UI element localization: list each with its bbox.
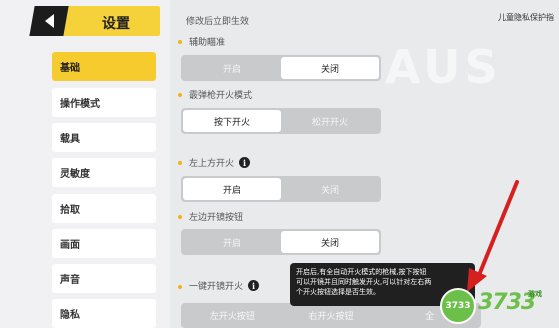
sidebar-item-pickup[interactable]: 拾取 xyxy=(52,194,156,223)
bullet-dot xyxy=(178,215,182,219)
left-scope-off-option[interactable]: 关闭 xyxy=(281,231,379,253)
sidebar: 设置 基础 操作模式 载具 灵敏度 拾取 画面 声音 隐私 xyxy=(0,0,170,328)
bullet-dot xyxy=(178,93,182,97)
sidebar-item-control-mode[interactable]: 操作模式 xyxy=(52,88,156,117)
aim-assist-toggle: 开启 关闭 xyxy=(181,55,381,81)
bullet-dot xyxy=(178,161,182,165)
info-icon[interactable]: i xyxy=(248,280,260,291)
left-scope-button-label: 左边开镜按钮 xyxy=(189,213,244,223)
site-logo-sub: 游戏 xyxy=(528,290,542,298)
left-scope-button-toggle: 开启 关闭 xyxy=(181,229,381,255)
shotgun-fire-mode-toggle: 按下开火 松开开火 xyxy=(181,108,381,134)
left-scope-on-option[interactable]: 开启 xyxy=(183,231,281,253)
one-key-scope-fire-options: 左开火按钮 右开火按钮 全 xyxy=(181,303,481,328)
upper-left-fire-toggle: 开启 关闭 xyxy=(181,176,381,202)
background-watermark: AUS xyxy=(385,40,502,94)
upper-left-fire-off-option[interactable]: 关闭 xyxy=(281,178,379,200)
sidebar-item-basic[interactable]: 基础 xyxy=(52,52,156,81)
bullet-dot xyxy=(178,40,182,44)
red-arrow-annotation xyxy=(467,180,519,292)
right-fire-button-option[interactable]: 右开火按钮 xyxy=(282,305,381,326)
page-title: 设置 xyxy=(102,16,130,32)
sidebar-item-graphics[interactable]: 画面 xyxy=(52,229,156,258)
upper-left-fire-label: 左上方开火 i xyxy=(189,156,251,169)
press-fire-option[interactable]: 按下开火 xyxy=(183,110,281,132)
privacy-link[interactable]: 儿童隐私保护指 xyxy=(498,12,554,23)
sidebar-item-sound[interactable]: 声音 xyxy=(52,264,156,293)
aim-assist-label: 辅助瞄准 xyxy=(189,38,226,48)
back-button[interactable] xyxy=(29,6,69,36)
aim-assist-on-option[interactable]: 开启 xyxy=(183,57,281,79)
left-fire-button-option[interactable]: 左开火按钮 xyxy=(183,305,282,326)
settings-header: 设置 xyxy=(29,6,160,36)
site-logo-badge: 3733 xyxy=(440,288,476,324)
upper-left-fire-on-option[interactable]: 开启 xyxy=(183,178,281,200)
info-icon[interactable]: i xyxy=(239,157,251,168)
bullet-dot xyxy=(178,285,182,289)
site-logo-text: 3733 xyxy=(478,290,536,315)
settings-note: 修改后立即生效 xyxy=(186,17,250,27)
release-fire-option[interactable]: 松开开火 xyxy=(281,110,379,132)
sidebar-item-privacy[interactable]: 隐私 xyxy=(52,299,156,328)
shotgun-fire-mode-label: 霰弹枪开火模式 xyxy=(189,91,253,101)
one-key-scope-fire-label: 一键开镜开火 i xyxy=(189,279,260,292)
back-arrow-icon xyxy=(44,14,54,28)
aim-assist-off-option[interactable]: 关闭 xyxy=(281,57,379,79)
sidebar-item-vehicle[interactable]: 载具 xyxy=(52,123,156,152)
sidebar-item-sensitivity[interactable]: 灵敏度 xyxy=(52,158,156,187)
